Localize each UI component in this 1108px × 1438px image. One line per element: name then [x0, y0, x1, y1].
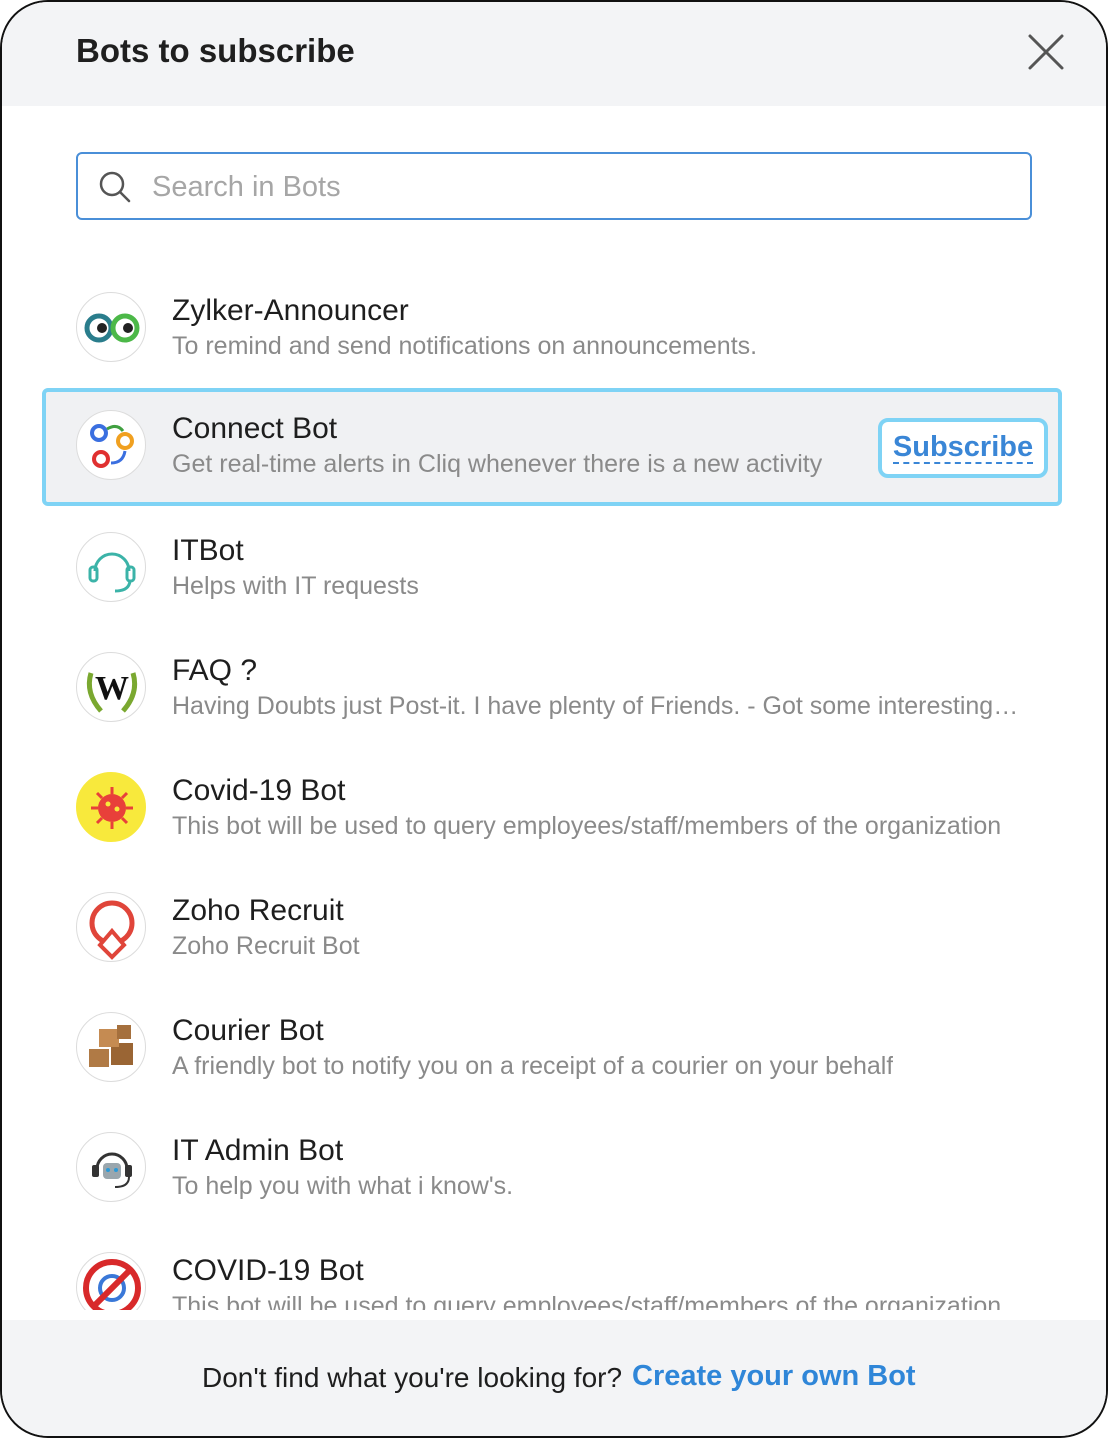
dialog-header: Bots to subscribe — [2, 2, 1106, 106]
bot-name: IT Admin Bot — [172, 1134, 344, 1167]
boxes-icon — [76, 1012, 146, 1082]
bot-description: This bot will be used to query employees… — [172, 812, 1002, 840]
bot-description: Helps with IT requests — [172, 572, 419, 600]
dialog-footer: Don't find what you're looking for? Crea… — [2, 1320, 1106, 1436]
laurel-w-icon: W — [76, 652, 146, 722]
bot-description: Zoho Recruit Bot — [172, 932, 360, 960]
footer-question: Don't find what you're looking for? — [202, 1362, 623, 1393]
bot-list: Zylker-Announcer To remind and send noti… — [2, 270, 1106, 1310]
list-item[interactable]: Zylker-Announcer To remind and send noti… — [42, 270, 1062, 388]
svg-text:W: W — [95, 670, 129, 707]
dialog-title: Bots to subscribe — [76, 32, 355, 69]
list-item[interactable]: W FAQ ? Having Doubts just Post-it. I ha… — [42, 630, 1062, 748]
robot-headset-icon — [76, 1132, 146, 1202]
search-icon — [98, 170, 132, 204]
connect-circles-icon — [76, 410, 146, 480]
bot-name: Connect Bot — [172, 412, 338, 445]
bot-name: Zoho Recruit — [172, 894, 344, 927]
bot-name: COVID-19 Bot — [172, 1254, 364, 1287]
close-icon[interactable] — [1026, 32, 1066, 72]
list-item[interactable]: ITBot Helps with IT requests — [42, 510, 1062, 628]
bot-description: Get real-time alerts in Cliq whenever th… — [172, 450, 823, 478]
bot-name: FAQ ? — [172, 654, 258, 687]
list-item[interactable]: Courier Bot A friendly bot to notify you… — [42, 990, 1062, 1108]
list-item[interactable]: Covid-19 Bot This bot will be used to qu… — [42, 750, 1062, 868]
bot-name: Zylker-Announcer — [172, 294, 409, 327]
search-box[interactable] — [76, 152, 1032, 220]
bot-name: Covid-19 Bot — [172, 774, 346, 807]
list-item[interactable]: IT Admin Bot To help you with what i kno… — [42, 1110, 1062, 1228]
list-item[interactable]: Zoho Recruit Zoho Recruit Bot — [42, 870, 1062, 988]
bots-dialog: Bots to subscribe Zylker-Announcer To re… — [0, 0, 1108, 1438]
search-input[interactable] — [150, 164, 1014, 210]
bot-description: A friendly bot to notify you on a receip… — [172, 1052, 894, 1080]
create-bot-link[interactable]: Create your own Bot — [632, 1360, 916, 1393]
recruit-logo-icon — [76, 892, 146, 962]
eyes-icon — [76, 292, 146, 362]
bot-name: Courier Bot — [172, 1014, 324, 1047]
headset-icon — [76, 532, 146, 602]
bot-name: ITBot — [172, 534, 244, 567]
list-item-selected[interactable]: Connect Bot Get real-time alerts in Cliq… — [42, 388, 1062, 506]
bot-description: Having Doubts just Post-it. I have plent… — [172, 692, 1024, 720]
list-item[interactable]: COVID-19 Bot This bot will be used to qu… — [42, 1230, 1062, 1310]
bot-description: To remind and send notifications on anno… — [172, 332, 758, 360]
virus-icon — [76, 772, 146, 842]
subscribe-button[interactable]: Subscribe — [878, 418, 1048, 478]
bot-description: To help you with what i know's. — [172, 1172, 514, 1200]
bot-description: This bot will be used to query employees… — [172, 1292, 1002, 1310]
no-virus-icon — [76, 1252, 146, 1310]
subscribe-label: Subscribe — [892, 431, 1034, 464]
